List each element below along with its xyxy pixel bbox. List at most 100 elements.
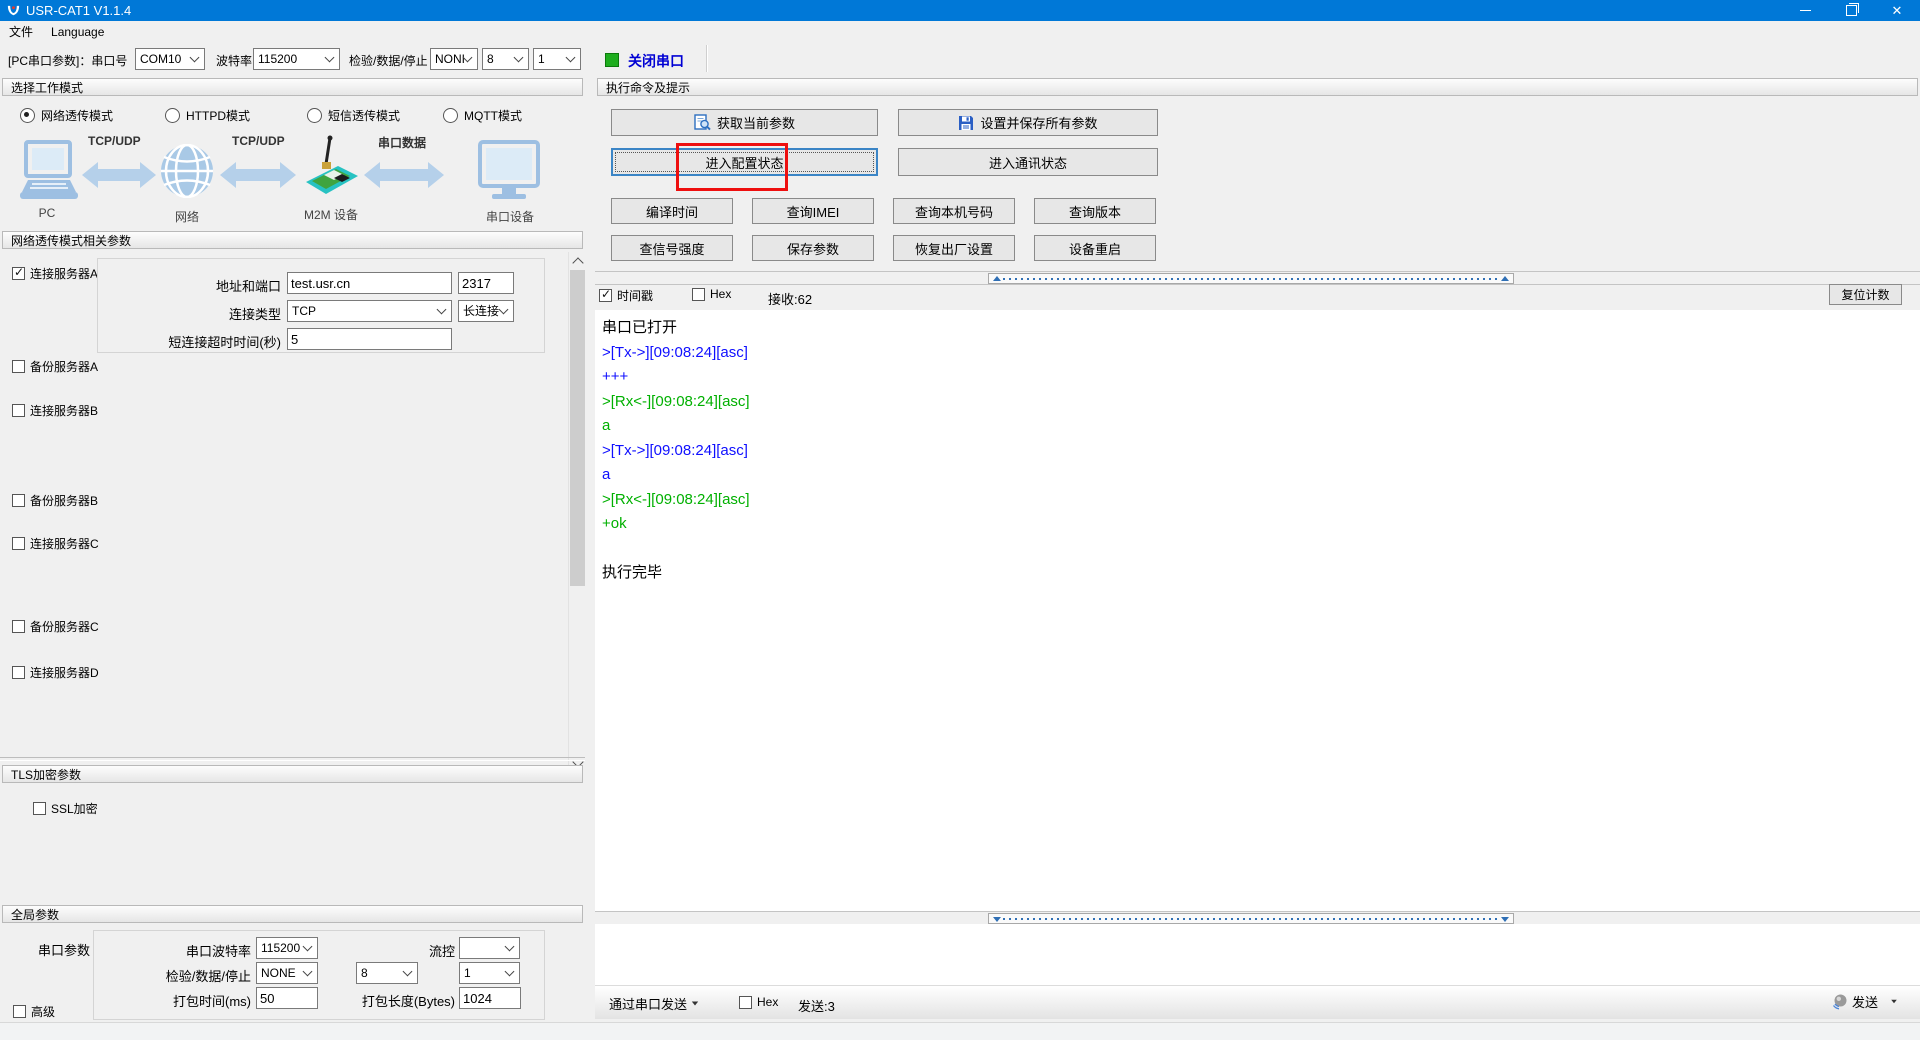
query-number-button[interactable]: 查询本机号码: [893, 198, 1015, 224]
restore-button[interactable]: [1828, 0, 1874, 21]
collapse-down-icon: [1501, 917, 1509, 922]
checkbox-server-a[interactable]: 连接服务器A: [12, 265, 98, 282]
checkbox-hex-send[interactable]: Hex: [739, 995, 778, 1009]
link-label-tcp1: TCP/UDP: [88, 134, 141, 148]
reset-counter-button[interactable]: 复位计数: [1829, 284, 1902, 305]
app-window: { "window": { "title": "USR-CAT1 V1.1.4"…: [0, 0, 1920, 1040]
log-line: >[Rx<-][09:08:24][asc]: [602, 392, 750, 410]
tls-header: TLS加密参数: [2, 765, 583, 783]
get-params-button[interactable]: 获取当前参数: [611, 109, 878, 136]
checkbox-server-c[interactable]: 连接服务器C: [12, 535, 99, 552]
splitter-handle[interactable]: [988, 913, 1514, 924]
compile-time-button[interactable]: 编译时间: [611, 198, 733, 224]
set-save-params-button[interactable]: 设置并保存所有参数: [898, 109, 1158, 136]
menu-file[interactable]: 文件: [0, 21, 42, 43]
log-line: >[Tx->][09:08:24][asc]: [602, 441, 748, 459]
conn-type-label: 连接类型: [228, 307, 281, 322]
link-label-tcp2: TCP/UDP: [232, 134, 285, 148]
button-label: 保存参数: [786, 241, 839, 257]
left-splitter[interactable]: [0, 757, 585, 761]
button-label: 复位计数: [1841, 288, 1890, 302]
window-title: USR-CAT1 V1.1.4: [26, 3, 132, 18]
checkbox-advanced[interactable]: 高级: [13, 1003, 55, 1020]
left-panel-scrollbar[interactable]: [568, 252, 586, 772]
log-bottom-splitter[interactable]: [595, 911, 1920, 925]
radio-httpd[interactable]: HTTPD模式: [165, 107, 250, 124]
log-output[interactable]: 串口已打开 >[Tx->][09:08:24][asc] +++ >[Rx<-]…: [595, 310, 1920, 911]
radio-icon: [20, 108, 35, 123]
g-parity-label: 检验/数据/停止: [165, 969, 251, 984]
checkbox-label: 备份服务器C: [30, 620, 99, 634]
baud-select[interactable]: 115200: [253, 48, 340, 70]
node-label-m2m: M2M 设备: [303, 208, 358, 222]
radio-net-passthrough[interactable]: 网络透传模式: [20, 107, 113, 124]
databits-select[interactable]: 8: [482, 48, 529, 70]
splitter-dots: [1003, 917, 1499, 920]
checkbox-backup-server-a[interactable]: 备份服务器A: [12, 358, 98, 375]
checkbox-server-b[interactable]: 连接服务器B: [12, 402, 98, 419]
splitter-handle[interactable]: [988, 273, 1514, 284]
query-version-button[interactable]: 查询版本: [1034, 198, 1156, 224]
save-params-button[interactable]: 保存参数: [752, 235, 874, 261]
checkbox-timestamp[interactable]: 时间戳: [599, 287, 653, 304]
button-label: 获取当前参数: [716, 116, 795, 131]
conn-type-select[interactable]: TCP: [287, 300, 452, 322]
radio-sms-passthrough[interactable]: 短信透传模式: [307, 107, 400, 124]
log-top-splitter[interactable]: [595, 271, 1920, 285]
network-globe-icon: [161, 144, 213, 198]
checkbox-ssl[interactable]: SSL加密: [33, 800, 98, 817]
factory-reset-button[interactable]: 恢复出厂设置: [893, 235, 1015, 261]
scrollbar-thumb[interactable]: [570, 270, 585, 586]
radio-mqtt[interactable]: MQTT模式: [443, 107, 522, 124]
com-port-select[interactable]: COM10: [135, 48, 205, 70]
menu-language[interactable]: Language: [42, 21, 113, 43]
stopbits-select[interactable]: 1: [533, 48, 581, 70]
g-parity-select[interactable]: NONE: [256, 962, 318, 984]
log-line: 执行完毕: [602, 564, 663, 581]
checkbox-label: Hex: [710, 287, 732, 301]
button-label: 查询版本: [1068, 204, 1121, 220]
timeout-label: 短连接超时时间(秒): [168, 335, 281, 350]
packtime-input[interactable]: [256, 987, 318, 1009]
g-databits-select[interactable]: 8: [356, 962, 418, 984]
parity-select[interactable]: NONI: [430, 48, 478, 70]
send-button[interactable]: 发送: [1825, 991, 1904, 1012]
node-label-network: 网络: [174, 210, 199, 224]
g-stopbits-select[interactable]: 1: [459, 962, 520, 984]
enter-comm-state-button[interactable]: 进入通讯状态: [898, 148, 1158, 176]
checkbox-label: 高级: [31, 1005, 56, 1019]
close-button[interactable]: ✕: [1874, 0, 1920, 21]
checkbox-backup-server-b[interactable]: 备份服务器B: [12, 492, 98, 509]
scroll-up-icon[interactable]: [569, 252, 586, 269]
packlen-input[interactable]: [459, 987, 521, 1009]
checkbox-icon: [12, 666, 25, 679]
close-port-button[interactable]: 关闭串口: [622, 50, 690, 72]
checkbox-hex-recv[interactable]: Hex: [692, 287, 731, 301]
radio-label: 网络透传模式: [41, 109, 114, 123]
g-baud-select[interactable]: 115200: [256, 937, 318, 959]
pc-icon: [20, 140, 78, 199]
packtime-label: 打包时间(ms): [173, 994, 251, 1009]
enter-config-state-button[interactable]: 进入配置状态: [611, 148, 878, 176]
checkbox-backup-server-c[interactable]: 备份服务器C: [12, 618, 99, 635]
port-input[interactable]: [458, 272, 514, 294]
link-label-serial: 串口数据: [378, 136, 427, 150]
query-imei-button[interactable]: 查询IMEI: [752, 198, 874, 224]
com-port-label: [PC串口参数]：串口号: [8, 54, 128, 68]
query-signal-button[interactable]: 查信号强度: [611, 235, 733, 261]
radio-label: 短信透传模式: [328, 109, 401, 123]
send-via-serial-dropdown[interactable]: 通过串口发送: [603, 993, 705, 1014]
packlen-label: 打包长度(Bytes): [361, 994, 455, 1009]
g-flow-select[interactable]: [459, 937, 520, 959]
port-open-indicator-icon: [605, 53, 619, 67]
address-input[interactable]: [287, 272, 452, 294]
timeout-input[interactable]: [287, 328, 452, 350]
checkbox-label: 备份服务器B: [30, 494, 99, 508]
checkbox-server-d[interactable]: 连接服务器D: [12, 664, 99, 681]
device-restart-button[interactable]: 设备重启: [1034, 235, 1156, 261]
checkbox-icon: [599, 287, 612, 302]
keepalive-select[interactable]: 长连接: [458, 300, 514, 322]
minimize-button[interactable]: [1782, 0, 1828, 21]
send-input[interactable]: [595, 924, 1920, 985]
